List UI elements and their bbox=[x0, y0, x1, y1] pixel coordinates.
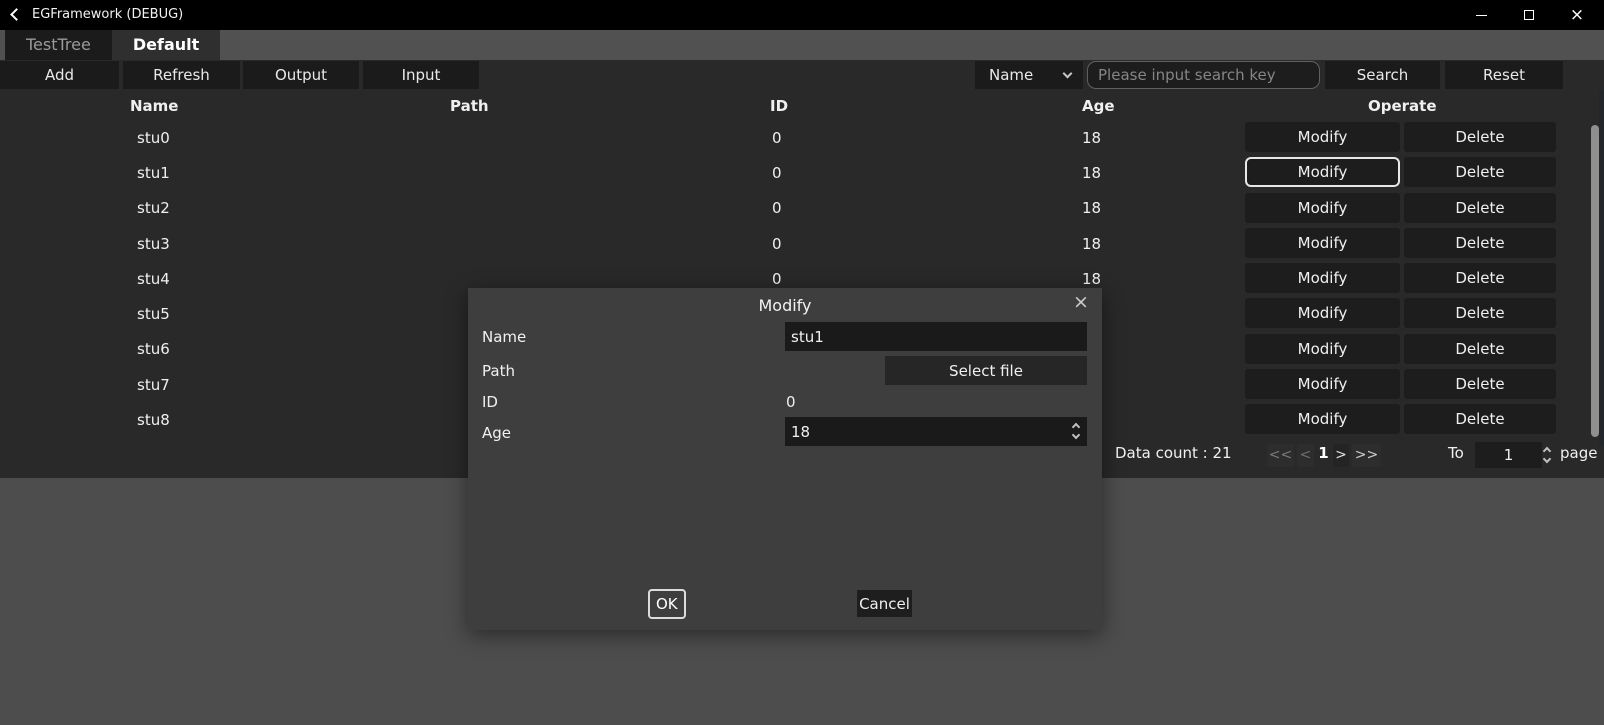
tab-bar: TestTree Default bbox=[0, 30, 1604, 60]
cell-id: 0 bbox=[772, 270, 782, 288]
page-spinner-icon[interactable] bbox=[1544, 448, 1550, 462]
age-field-label: Age bbox=[482, 424, 511, 442]
modify-dialog: Modify × Name Path Select file ID 0 Age … bbox=[468, 288, 1102, 630]
row-modify-button[interactable]: Modify bbox=[1245, 228, 1400, 258]
row-delete-button[interactable]: Delete bbox=[1404, 334, 1556, 364]
header-path: Path bbox=[450, 92, 489, 120]
goto-label: To bbox=[1448, 444, 1464, 462]
header-name: Name bbox=[130, 92, 178, 120]
search-input[interactable] bbox=[1087, 61, 1320, 89]
maximize-icon bbox=[1524, 10, 1534, 20]
table-row: stu3 0 18 Modify Delete bbox=[0, 226, 1604, 261]
cell-age: 18 bbox=[1082, 270, 1101, 288]
tab-testtree[interactable]: TestTree bbox=[5, 30, 112, 60]
refresh-button[interactable]: Refresh bbox=[123, 61, 240, 89]
prev-page-button[interactable]: < bbox=[1297, 444, 1314, 467]
row-delete-button[interactable]: Delete bbox=[1404, 404, 1556, 434]
ok-button[interactable]: OK bbox=[648, 589, 686, 619]
reset-button[interactable]: Reset bbox=[1445, 61, 1563, 89]
table-row: stu0 0 18 Modify Delete bbox=[0, 120, 1604, 155]
table-header: Name Path ID Age Operate bbox=[0, 92, 1604, 120]
cell-name: stu7 bbox=[137, 376, 170, 394]
row-modify-button[interactable]: Modify bbox=[1245, 369, 1400, 399]
row-modify-button[interactable]: Modify bbox=[1245, 334, 1400, 364]
row-modify-button[interactable]: Modify bbox=[1245, 263, 1400, 293]
cell-id: 0 bbox=[772, 164, 782, 182]
back-icon bbox=[10, 8, 23, 21]
header-operate: Operate bbox=[1368, 92, 1437, 120]
name-field-label: Name bbox=[482, 328, 526, 346]
add-button[interactable]: Add bbox=[0, 61, 119, 89]
filter-field-value: Name bbox=[989, 66, 1033, 84]
minimize-button[interactable] bbox=[1458, 0, 1504, 30]
close-button[interactable]: × bbox=[1554, 0, 1600, 30]
cell-id: 0 bbox=[772, 235, 782, 253]
cancel-button[interactable]: Cancel bbox=[857, 590, 912, 617]
cell-name: stu1 bbox=[137, 164, 170, 182]
row-delete-button[interactable]: Delete bbox=[1404, 263, 1556, 293]
chevron-down-icon bbox=[1063, 69, 1073, 79]
next-page-button[interactable]: > bbox=[1333, 444, 1349, 467]
cell-name: stu3 bbox=[137, 235, 170, 253]
row-delete-button[interactable]: Delete bbox=[1404, 298, 1556, 328]
window-title: EGFramework (DEBUG) bbox=[32, 0, 183, 30]
id-value: 0 bbox=[786, 393, 796, 411]
right-edge-strip bbox=[1599, 90, 1604, 446]
cell-name: stu4 bbox=[137, 270, 170, 288]
last-page-button[interactable]: >> bbox=[1352, 444, 1381, 467]
cell-age: 18 bbox=[1082, 199, 1101, 217]
row-modify-button[interactable]: Modify bbox=[1245, 298, 1400, 328]
cell-name: stu6 bbox=[137, 340, 170, 358]
cell-age: 18 bbox=[1082, 129, 1101, 147]
minimize-icon bbox=[1476, 15, 1487, 16]
cell-name: stu8 bbox=[137, 411, 170, 429]
header-age: Age bbox=[1082, 92, 1115, 120]
cell-name: stu2 bbox=[137, 199, 170, 217]
data-count-label: Data count : 21 bbox=[1115, 444, 1232, 462]
titlebar: EGFramework (DEBUG) × bbox=[0, 0, 1604, 30]
page-label: page bbox=[1560, 444, 1597, 462]
vertical-scrollbar[interactable] bbox=[1591, 125, 1599, 437]
app-window: EGFramework (DEBUG) × TestTree Default A… bbox=[0, 0, 1604, 725]
dialog-close-icon[interactable]: × bbox=[1070, 291, 1092, 313]
input-button[interactable]: Input bbox=[363, 61, 479, 89]
goto-page-input[interactable] bbox=[1475, 442, 1542, 468]
search-button[interactable]: Search bbox=[1325, 61, 1440, 89]
header-id: ID bbox=[770, 92, 788, 120]
dialog-title: Modify bbox=[468, 296, 1102, 315]
tab-default[interactable]: Default bbox=[112, 30, 220, 60]
cell-age: 18 bbox=[1082, 164, 1101, 182]
maximize-button[interactable] bbox=[1506, 0, 1552, 30]
current-page-number: 1 bbox=[1316, 444, 1331, 462]
row-delete-button[interactable]: Delete bbox=[1404, 369, 1556, 399]
row-delete-button[interactable]: Delete bbox=[1404, 228, 1556, 258]
row-delete-button[interactable]: Delete bbox=[1404, 193, 1556, 223]
row-modify-button[interactable]: Modify bbox=[1245, 157, 1400, 187]
cell-id: 0 bbox=[772, 129, 782, 147]
table-row: stu1 0 18 Modify Delete bbox=[0, 155, 1604, 190]
filter-field-dropdown[interactable]: Name bbox=[975, 61, 1083, 89]
name-input[interactable] bbox=[785, 322, 1087, 351]
row-modify-button[interactable]: Modify bbox=[1245, 404, 1400, 434]
row-delete-button[interactable]: Delete bbox=[1404, 157, 1556, 187]
path-field-label: Path bbox=[482, 362, 515, 380]
row-modify-button[interactable]: Modify bbox=[1245, 122, 1400, 152]
cell-age: 18 bbox=[1082, 235, 1101, 253]
row-modify-button[interactable]: Modify bbox=[1245, 193, 1400, 223]
row-delete-button[interactable]: Delete bbox=[1404, 122, 1556, 152]
table-row: stu2 0 18 Modify Delete bbox=[0, 191, 1604, 226]
age-spinner-icon[interactable] bbox=[1073, 424, 1079, 438]
close-icon: × bbox=[1570, 7, 1584, 24]
id-field-label: ID bbox=[482, 393, 498, 411]
output-button[interactable]: Output bbox=[243, 61, 359, 89]
first-page-button[interactable]: << bbox=[1267, 444, 1294, 467]
select-file-button[interactable]: Select file bbox=[885, 356, 1087, 385]
cell-id: 0 bbox=[772, 199, 782, 217]
cell-name: stu5 bbox=[137, 305, 170, 323]
age-input[interactable] bbox=[785, 417, 1087, 446]
cell-name: stu0 bbox=[137, 129, 170, 147]
